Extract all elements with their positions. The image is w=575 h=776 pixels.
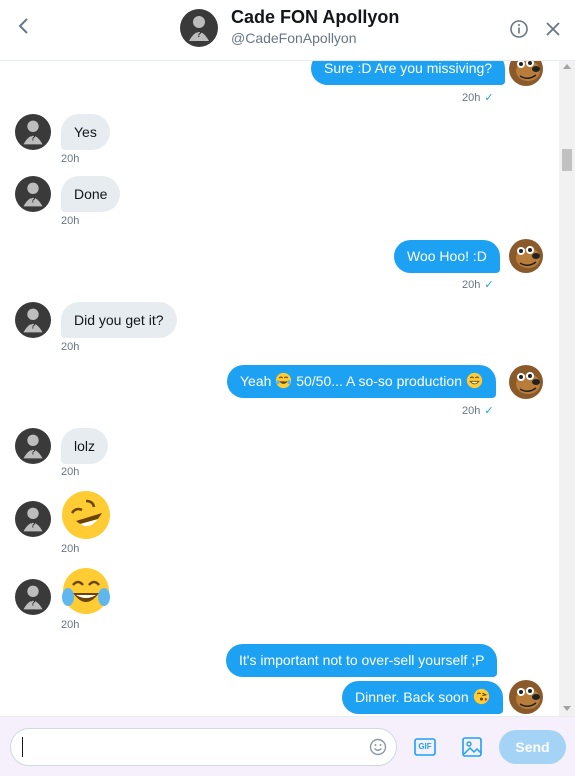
message-bubble-outgoing[interactable]: Woo Hoo! :D bbox=[394, 240, 500, 273]
contact-avatar[interactable]: ? bbox=[180, 9, 218, 47]
message-timestamp: 20h ✓ bbox=[462, 92, 494, 104]
read-check-icon: ✓ bbox=[484, 279, 494, 291]
conversation-header: ? Cade FON Apollyon @CadeFonApollyon bbox=[0, 0, 575, 61]
kissing-emoji bbox=[473, 688, 489, 705]
message-bubble-incoming[interactable]: lolz bbox=[61, 428, 109, 464]
back-arrow-icon[interactable] bbox=[12, 14, 36, 38]
svg-text:?: ? bbox=[30, 520, 35, 530]
my-avatar bbox=[508, 679, 544, 715]
message-timestamp: 20h ✓ bbox=[462, 279, 494, 291]
contact-message-avatar[interactable]: ? bbox=[15, 501, 51, 537]
emoji-picker-icon[interactable] bbox=[369, 738, 387, 756]
svg-text:?: ? bbox=[30, 321, 35, 331]
my-avatar bbox=[508, 364, 544, 400]
contact-message-avatar[interactable]: ? bbox=[15, 114, 51, 150]
scroll-up-arrow-icon[interactable] bbox=[563, 64, 571, 69]
message-timestamp: 20h bbox=[61, 543, 80, 555]
contact-message-avatar[interactable]: ? bbox=[15, 579, 51, 615]
contact-name[interactable]: Cade FON Apollyon bbox=[231, 7, 399, 28]
message-timestamp: 20h ✓ bbox=[462, 405, 494, 417]
message-input[interactable] bbox=[10, 728, 397, 766]
message-timestamp: 20h bbox=[61, 215, 80, 227]
rolling-on-floor-laughing-emoji[interactable] bbox=[60, 489, 112, 541]
svg-text:?: ? bbox=[30, 133, 35, 143]
read-check-icon: ✓ bbox=[484, 92, 494, 104]
scroll-down-arrow-icon[interactable] bbox=[563, 706, 571, 711]
send-button[interactable]: Send bbox=[499, 730, 566, 764]
info-icon[interactable] bbox=[509, 19, 529, 39]
tears-of-joy-emoji[interactable] bbox=[60, 565, 112, 617]
svg-text:?: ? bbox=[30, 447, 35, 457]
grinning-emoji bbox=[466, 372, 483, 389]
tears-of-joy-emoji bbox=[276, 372, 292, 389]
contact-message-avatar[interactable]: ? bbox=[15, 176, 51, 212]
message-list-scrollbar[interactable] bbox=[559, 61, 575, 716]
contact-message-avatar[interactable]: ? bbox=[15, 302, 51, 338]
message-bubble-outgoing[interactable]: Dinner. Back soon bbox=[342, 681, 503, 714]
contact-handle: @CadeFonApollyon bbox=[231, 30, 357, 46]
contact-message-avatar[interactable]: ? bbox=[15, 428, 51, 464]
text-caret bbox=[22, 737, 23, 757]
message-timestamp: 20h bbox=[61, 466, 80, 478]
message-bubble-outgoing[interactable]: It's important not to over-sell yourself… bbox=[226, 644, 498, 677]
svg-text:?: ? bbox=[196, 29, 202, 39]
message-list[interactable]: Sure :D Are you missiving? 20h ✓ ? Yes 20… bbox=[0, 61, 560, 716]
message-bubble-outgoing[interactable]: Sure :D Are you missiving? bbox=[311, 61, 506, 85]
scroll-thumb[interactable] bbox=[562, 149, 572, 171]
my-avatar bbox=[508, 238, 544, 274]
message-timestamp: 20h bbox=[61, 341, 80, 353]
svg-text:?: ? bbox=[30, 195, 35, 205]
message-composer: GIF Send bbox=[0, 716, 575, 776]
my-avatar bbox=[508, 61, 544, 87]
image-upload-icon[interactable] bbox=[461, 736, 483, 758]
message-bubble-outgoing[interactable]: Yeah 50/50... A so-so production bbox=[227, 365, 496, 398]
gif-label: GIF bbox=[418, 742, 432, 751]
svg-text:?: ? bbox=[30, 598, 35, 608]
read-check-icon: ✓ bbox=[484, 405, 494, 417]
gif-button[interactable]: GIF bbox=[414, 738, 436, 756]
message-bubble-incoming[interactable]: Yes bbox=[61, 114, 110, 150]
close-icon[interactable] bbox=[543, 19, 563, 39]
dm-conversation-window: ? Cade FON Apollyon @CadeFonApollyon Sur… bbox=[0, 0, 575, 776]
message-timestamp: 20h bbox=[61, 619, 80, 631]
message-bubble-incoming[interactable]: Done bbox=[61, 176, 121, 212]
message-timestamp: 20h bbox=[61, 153, 80, 165]
message-bubble-incoming[interactable]: Did you get it? bbox=[61, 302, 177, 338]
